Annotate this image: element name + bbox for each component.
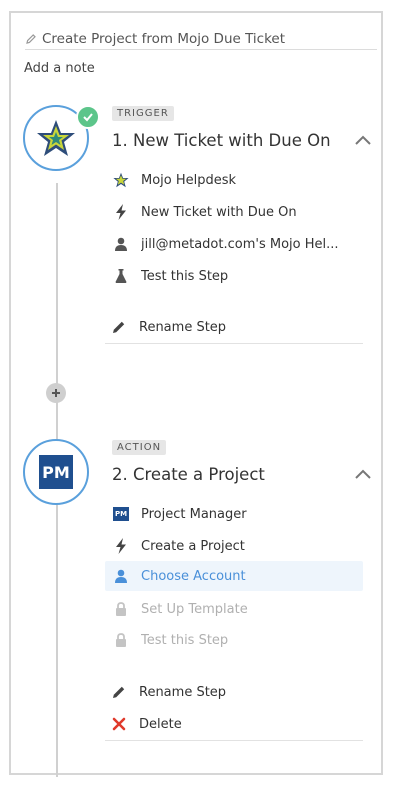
pencil-icon [111,319,127,335]
zap-editor-panel: Create Project from Mojo Due Ticket Add … [9,11,383,777]
step-1-account-row[interactable]: jill@metadot.com's Mojo Hel... [105,232,363,256]
delete-x-icon [111,716,127,732]
delete-step-label: Delete [139,716,182,732]
lock-icon [113,601,129,617]
zap-title: Create Project from Mojo Due Ticket [42,31,286,47]
step-2-app-circle[interactable]: PM [23,439,89,505]
step-2-app-row[interactable]: PM Project Manager [105,502,363,526]
step-1-rename-button[interactable]: Rename Step [105,316,226,338]
divider [105,740,363,741]
step-2-template-row: Set Up Template [105,597,363,621]
step-1-event-row[interactable]: New Ticket with Due On [105,200,363,224]
pencil-icon [111,684,127,700]
step-2-event-label: Create a Project [141,538,245,554]
rename-step-label: Rename Step [139,319,227,335]
pencil-icon [26,34,36,44]
step-2-rename-button[interactable]: Rename Step [105,681,226,703]
chevron-up-icon[interactable] [354,469,372,479]
project-manager-icon-wrap: PM [113,506,129,522]
step-2-badge: ACTION [112,440,167,455]
step-1-account-label: jill@metadot.com's Mojo Hel... [141,236,339,252]
step-complete-check-icon [76,105,100,129]
step-2-account-label: Choose Account [141,568,246,584]
step-1-app-row[interactable]: Mojo Helpdesk [105,168,363,192]
bolt-icon [113,538,129,554]
step-1-title[interactable]: 1. New Ticket with Due On [112,131,331,150]
mojo-helpdesk-icon [113,172,129,188]
step-2-title[interactable]: 2. Create a Project [112,465,265,484]
zap-title-field[interactable]: Create Project from Mojo Due Ticket [25,29,377,50]
step-2-test-label: Test this Step [141,632,229,648]
step-2-account-row[interactable]: Choose Account [105,561,363,591]
flask-icon [113,268,129,284]
plus-icon [52,389,60,397]
rename-step-label: Rename Step [139,684,227,700]
step-2-test-row: Test this Step [105,628,363,652]
divider [105,343,363,344]
step-2-event-row[interactable]: Create a Project [105,534,363,558]
step-1-test-label: Test this Step [141,268,229,284]
add-note-link[interactable]: Add a note [24,61,95,76]
step-1-badge: TRIGGER [112,106,174,121]
lock-icon [113,632,129,648]
bolt-icon [113,204,129,220]
chevron-up-icon[interactable] [354,135,372,145]
user-icon [113,568,129,584]
mojo-helpdesk-star-icon [37,120,75,156]
step-1-app-label: Mojo Helpdesk [141,172,237,188]
step-2-app-label: Project Manager [141,506,247,522]
add-step-button[interactable] [46,383,66,403]
project-manager-icon: PM [113,507,129,521]
step-2-template-label: Set Up Template [141,601,248,617]
step-2-delete-button[interactable]: Delete [105,713,182,735]
user-icon [113,236,129,252]
step-1-test-row[interactable]: Test this Step [105,264,363,288]
project-manager-icon: PM [39,455,73,489]
step-1-event-label: New Ticket with Due On [141,204,297,220]
